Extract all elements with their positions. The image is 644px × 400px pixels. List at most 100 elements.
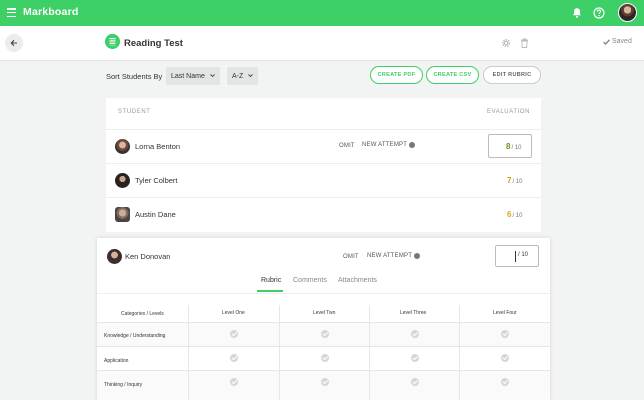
create-csv-button[interactable]: CREATE CSV (426, 66, 479, 84)
avatar (107, 249, 122, 264)
score-value: 6 / 10 (507, 210, 522, 219)
edit-rubric-button[interactable]: EDIT RUBRIC (483, 66, 541, 84)
score-input[interactable]: / 10 (495, 245, 539, 267)
category-label: Knowledge / Understanding (104, 333, 166, 339)
rubric-cell[interactable] (369, 371, 459, 400)
gear-icon[interactable] (501, 38, 511, 48)
menu-icon[interactable] (7, 8, 16, 17)
help-icon[interactable] (593, 7, 605, 19)
rubric-row: Knowledge / Understanding (97, 322, 550, 347)
user-avatar[interactable] (618, 3, 637, 22)
level-header: Level Three (400, 310, 427, 316)
student-name: Tyler Colbert (135, 176, 178, 185)
saved-label: Saved (612, 38, 632, 45)
page-header: Reading Test Saved (0, 26, 644, 61)
active-tab-indicator (257, 290, 283, 292)
check-circle-icon[interactable] (501, 330, 509, 338)
rubric-cell[interactable] (188, 347, 279, 371)
level-header: Level Four (493, 310, 517, 316)
rubric-header-row: Categories / Levels Level One Level Two … (97, 305, 550, 322)
new-attempt-button[interactable]: NEW ATTEMPT (367, 253, 421, 259)
score-numerator: 8 (506, 142, 511, 151)
column-header-student: STUDENT (118, 109, 151, 115)
table-row[interactable]: Austin Dane 6 / 10 (106, 197, 541, 230)
bell-icon[interactable] (571, 7, 583, 19)
trash-icon[interactable] (520, 38, 529, 48)
page-title: Reading Test (124, 38, 183, 49)
rubric-cell[interactable] (369, 347, 459, 371)
check-circle-icon[interactable] (411, 330, 419, 338)
score-denominator: / 10 (518, 252, 529, 258)
score-denominator: / 10 (511, 145, 522, 151)
rubric-cell[interactable] (279, 371, 369, 400)
back-button[interactable] (5, 34, 23, 52)
rubric-cell[interactable] (459, 323, 550, 347)
chevron-down-icon (210, 74, 215, 78)
top-bar: Markboard (0, 0, 644, 26)
new-attempt-button[interactable]: NEW ATTEMPT (362, 142, 416, 148)
check-circle-icon[interactable] (230, 330, 238, 338)
check-circle-icon[interactable] (230, 354, 238, 362)
check-circle-icon[interactable] (230, 378, 238, 386)
level-header: Level One (222, 310, 245, 316)
expanded-student-panel: Ken Donovan OMIT NEW ATTEMPT / 10 Rubric… (97, 238, 550, 400)
sort-label: Sort Students By (106, 72, 163, 81)
tab-comments[interactable]: Comments (293, 277, 327, 284)
check-circle-icon[interactable] (321, 378, 329, 386)
check-circle-icon[interactable] (411, 378, 419, 386)
check-circle-icon[interactable] (501, 354, 509, 362)
sort-order-value: A-Z (232, 72, 244, 80)
level-header: Level Two (313, 310, 336, 316)
rubric-cell[interactable] (279, 347, 369, 371)
student-table: STUDENT EVALUATION Lorna Benton OMIT NEW… (106, 98, 541, 232)
rubric-cell[interactable] (369, 323, 459, 347)
rubric-row: Thinking / Inquiry (97, 370, 550, 400)
rubric-cell[interactable] (459, 371, 550, 400)
sort-field-select[interactable]: Last Name (166, 67, 220, 85)
omit-button[interactable]: OMIT (339, 143, 355, 149)
score-value: 7 / 10 (507, 176, 522, 185)
score-value: 8 / 10 (506, 142, 521, 151)
rubric-cell[interactable] (279, 323, 369, 347)
check-circle-icon[interactable] (501, 378, 509, 386)
rubric-row: Application (97, 346, 550, 371)
check-icon (603, 38, 610, 45)
avatar (115, 173, 130, 188)
new-attempt-label: NEW ATTEMPT (362, 142, 408, 148)
omit-button[interactable]: OMIT (343, 254, 359, 260)
test-list-icon (105, 34, 120, 49)
rubric-cell[interactable] (459, 347, 550, 371)
arrow-left-icon (10, 39, 17, 47)
plus-circle-icon (414, 253, 421, 259)
check-circle-icon[interactable] (321, 354, 329, 362)
chevron-down-icon (248, 74, 253, 78)
category-label: Thinking / Inquiry (104, 382, 143, 388)
student-name: Ken Donovan (125, 252, 171, 261)
tab-rubric[interactable]: Rubric (261, 277, 281, 284)
rubric-cell[interactable] (188, 371, 279, 400)
table-row[interactable]: Lorna Benton OMIT NEW ATTEMPT 8 / 10 (106, 129, 541, 162)
category-label: Application (104, 358, 129, 364)
rubric-header-label: Categories / Levels (121, 311, 164, 317)
score-input[interactable]: 8 / 10 (488, 134, 532, 158)
avatar (115, 139, 130, 154)
app-brand[interactable]: Markboard (23, 6, 78, 18)
tab-attachments[interactable]: Attachments (338, 277, 377, 284)
saved-status: Saved (603, 38, 632, 45)
column-header-evaluation: EVALUATION (487, 109, 531, 115)
plus-circle-icon (409, 142, 416, 148)
score-denominator: / 10 (512, 179, 523, 185)
avatar (115, 207, 130, 222)
check-circle-icon[interactable] (411, 354, 419, 362)
sort-order-select[interactable]: A-Z (227, 67, 258, 85)
sort-field-value: Last Name (171, 72, 205, 80)
rubric-cell[interactable] (188, 323, 279, 347)
create-pdf-button[interactable]: CREATE PDF (370, 66, 423, 84)
student-name: Austin Dane (135, 210, 176, 219)
check-circle-icon[interactable] (321, 330, 329, 338)
score-value: / 10 (518, 252, 528, 258)
table-row[interactable]: Tyler Colbert 7 / 10 (106, 163, 541, 196)
tab-bar: Rubric Comments Attachments (97, 277, 550, 294)
score-numerator: 6 (507, 210, 512, 219)
text-cursor (515, 251, 516, 262)
